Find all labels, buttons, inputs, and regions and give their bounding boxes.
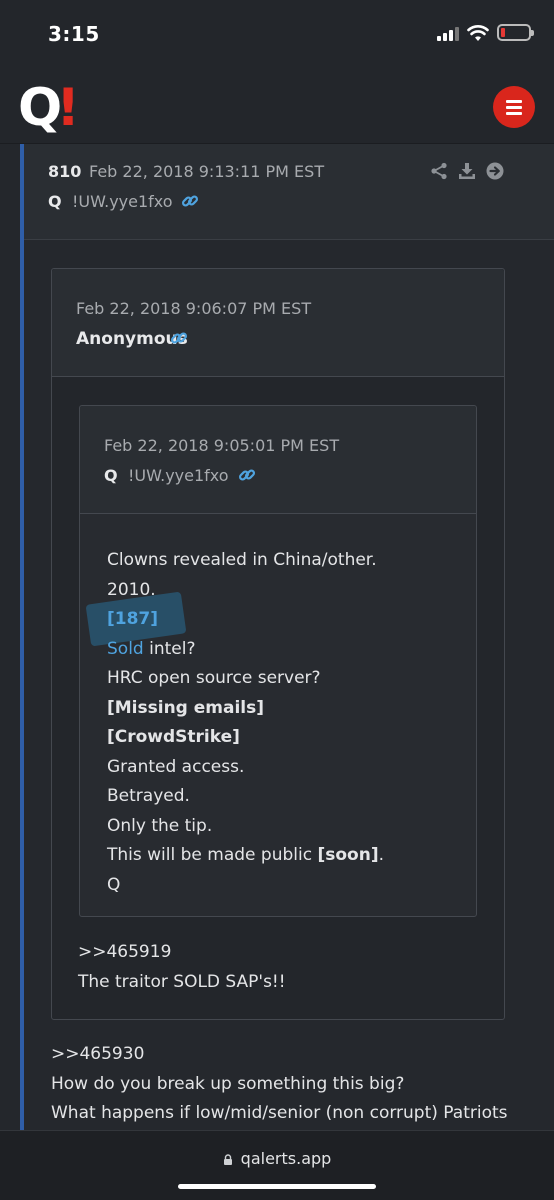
status-time: 3:15 — [48, 22, 100, 46]
text-line: What happens if low/mid/senior (non corr… — [51, 1103, 508, 1123]
download-icon[interactable] — [458, 162, 476, 180]
quoted-post-author: Q — [104, 466, 118, 485]
menu-icon-bar — [506, 112, 522, 115]
text-line: [CrowdStrike] — [107, 727, 240, 747]
quoted-post-header: Feb 22, 2018 9:06:07 PM EST Anonymous — [52, 269, 504, 377]
home-indicator[interactable] — [178, 1184, 376, 1189]
reference-link[interactable]: [187] — [107, 609, 158, 629]
text-line: . — [378, 845, 384, 865]
site-logo[interactable]: Q! — [18, 78, 80, 138]
text-line: Q — [107, 874, 121, 895]
text-line: 2010. — [107, 579, 156, 600]
text-line-bold: [soon] — [317, 845, 379, 865]
post-container: 810 Feb 22, 2018 9:13:11 PM EST Q !UW.yy… — [0, 144, 554, 1130]
text-line[interactable]: >>465930 — [51, 1040, 508, 1070]
quoted-post-tripcode: !UW.yye1fxo — [128, 466, 229, 485]
text-line: HRC open source server? — [107, 668, 321, 688]
text-line: How do you break up something this big? — [51, 1073, 405, 1094]
anonymous-reply-text: >>465919 The traitor SOLD SAP's!! — [78, 938, 286, 997]
url-display[interactable]: qalerts.app — [0, 1149, 554, 1168]
menu-icon — [506, 100, 522, 103]
menu-button[interactable] — [493, 86, 535, 128]
quoted-post-anonymous: Feb 22, 2018 9:06:07 PM EST Anonymous Fe… — [51, 268, 505, 1020]
quoted-post-date: Feb 22, 2018 9:05:01 PM EST — [104, 436, 340, 455]
lock-icon — [223, 1154, 232, 1165]
text-line: This will be made public — [107, 845, 318, 865]
quoted-post-header: Feb 22, 2018 9:05:01 PM EST Q !UW.yye1fx… — [80, 406, 476, 514]
text-line: Only the tip. — [107, 815, 213, 836]
browser-url-bar[interactable]: qalerts.app — [0, 1130, 554, 1200]
share-icon[interactable] — [430, 162, 448, 180]
logo-q: Q — [18, 78, 62, 138]
post-actions — [430, 162, 504, 180]
quoted-post-text: Clowns revealed in China/other. 2010. [1… — [107, 546, 384, 900]
link-icon[interactable] — [238, 466, 256, 484]
menu-icon-bar — [506, 106, 522, 109]
arrow-right-circle-icon[interactable] — [486, 162, 504, 180]
url-text: qalerts.app — [240, 1149, 332, 1168]
post-date: Feb 22, 2018 9:13:11 PM EST — [89, 162, 325, 181]
post-number[interactable]: 810 — [48, 162, 81, 181]
text-line: Granted access. — [107, 756, 245, 777]
text-line: Clowns revealed in China/other. — [107, 550, 377, 570]
post-author: Q — [48, 192, 62, 211]
link-icon[interactable] — [181, 192, 199, 210]
post-tripcode: !UW.yye1fxo — [72, 192, 173, 211]
cellular-signal-icon — [437, 27, 459, 41]
text-line: Betrayed. — [107, 786, 190, 806]
text-line-highlighted: Sold — [107, 638, 144, 659]
quoted-post-q: Feb 22, 2018 9:05:01 PM EST Q !UW.yye1fx… — [79, 405, 477, 917]
text-line: [Missing emails] — [107, 697, 265, 718]
text-line: The traitor SOLD SAP's!! — [78, 971, 286, 992]
wifi-icon — [467, 25, 489, 41]
site-header: Q! — [0, 66, 554, 144]
text-line[interactable]: >>465919 — [78, 938, 286, 968]
text-line: intel? — [143, 638, 196, 659]
logo-bang: ! — [56, 78, 80, 138]
battery-level — [501, 28, 505, 37]
post-body: Feb 22, 2018 9:06:07 PM EST Anonymous Fe… — [24, 240, 554, 1130]
post-header: 810 Feb 22, 2018 9:13:11 PM EST Q !UW.yy… — [24, 144, 554, 240]
status-bar: 3:15 — [0, 0, 554, 66]
link-icon[interactable] — [170, 329, 188, 347]
post-text: >>465930 How do you break up something t… — [51, 1040, 508, 1129]
battery-icon — [497, 24, 534, 41]
quoted-post-date: Feb 22, 2018 9:06:07 PM EST — [76, 299, 312, 318]
